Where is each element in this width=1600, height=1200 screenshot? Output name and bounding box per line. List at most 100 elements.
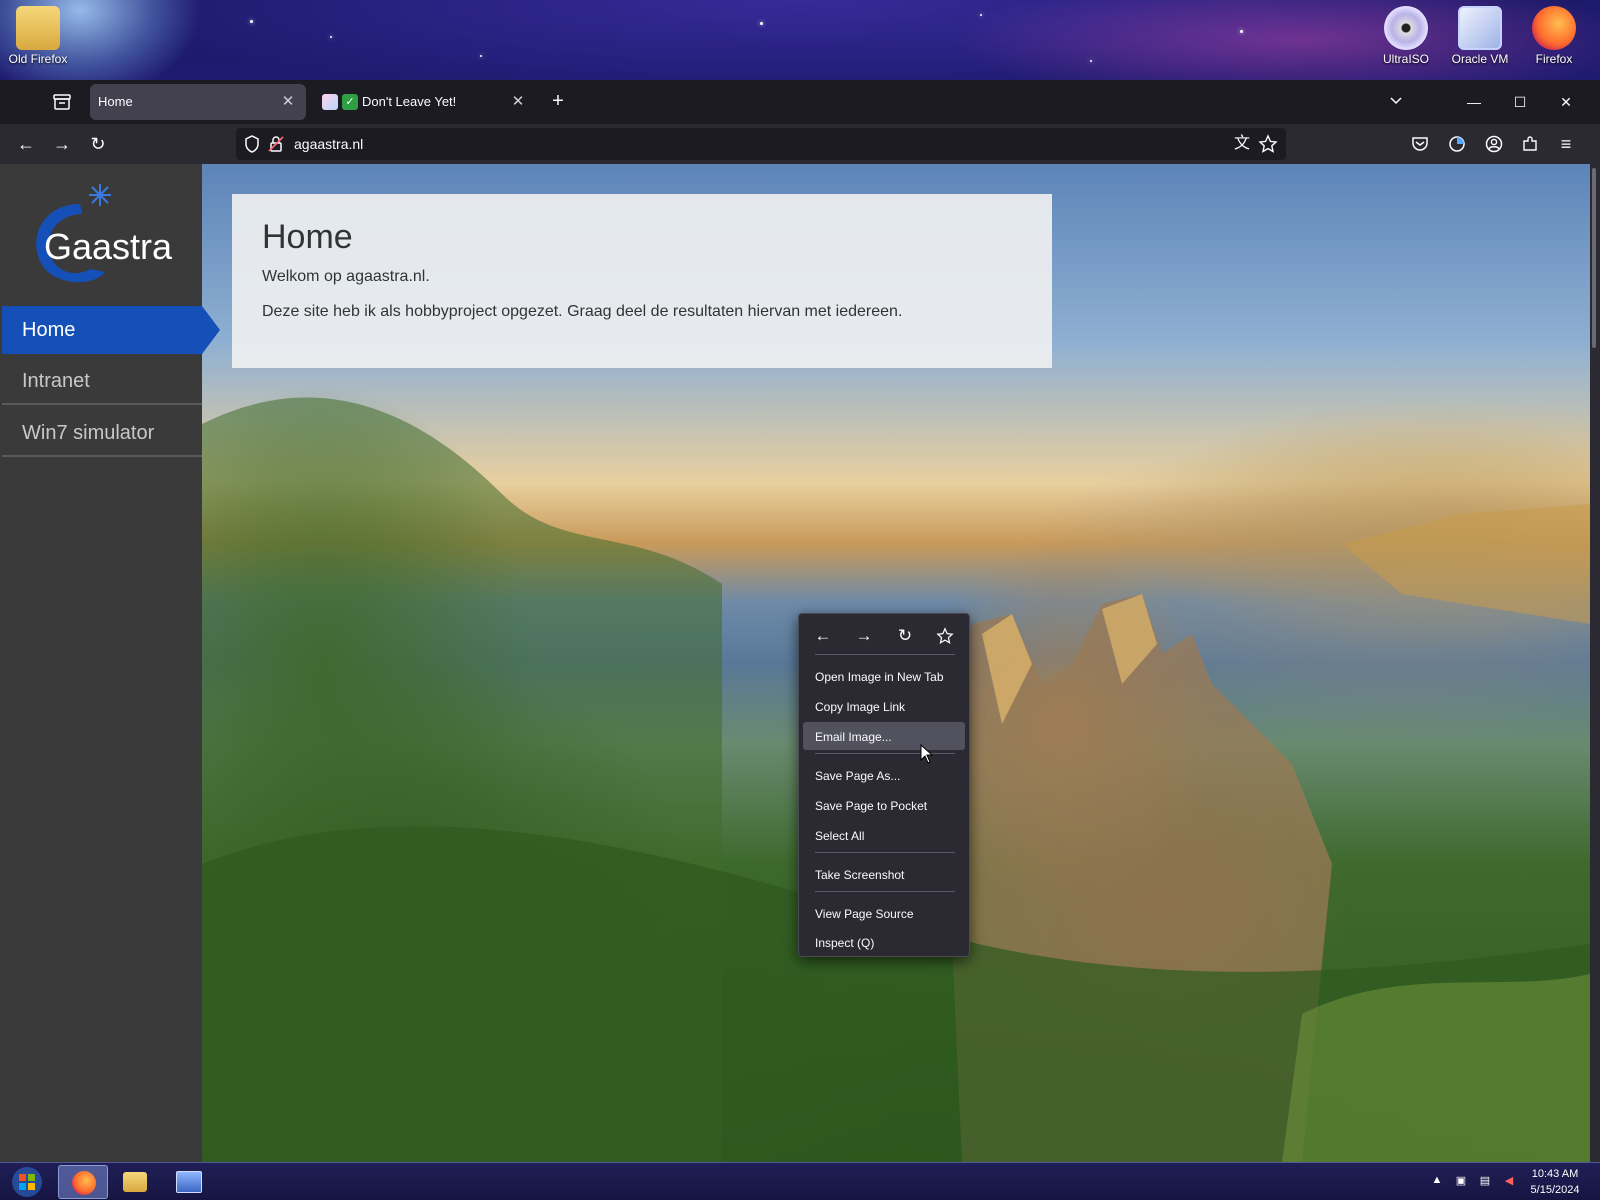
close-window-button[interactable]: ✕ bbox=[1552, 88, 1580, 116]
menu-inspect[interactable]: Inspect (Q) bbox=[803, 928, 965, 956]
mouse-cursor-icon bbox=[920, 744, 934, 764]
menu-separator bbox=[815, 852, 955, 853]
menu-item-label: Home bbox=[22, 319, 76, 341]
page-title: Home bbox=[262, 218, 353, 256]
star-decoration bbox=[980, 14, 982, 16]
pocket-button[interactable] bbox=[1406, 130, 1434, 158]
menu-copy-image-link[interactable]: Copy Image Link bbox=[803, 692, 965, 720]
start-button[interactable] bbox=[6, 1165, 48, 1199]
bookmark-star-icon[interactable] bbox=[1258, 134, 1278, 154]
tab-title: Home bbox=[98, 94, 133, 109]
context-forward-button[interactable]: → bbox=[850, 622, 878, 650]
maximize-button[interactable]: ☐ bbox=[1506, 88, 1534, 116]
clock-time: 10:43 AM bbox=[1531, 1168, 1579, 1180]
menu-separator bbox=[815, 654, 955, 655]
shield-icon[interactable] bbox=[242, 134, 262, 154]
context-bookmark-button[interactable] bbox=[931, 622, 959, 650]
menu-item-win7-simulator[interactable]: Win7 simulator bbox=[2, 409, 202, 457]
folder-icon bbox=[123, 1172, 147, 1192]
scrollbar-thumb[interactable] bbox=[1592, 168, 1596, 348]
menu-item-label: Save Page As... bbox=[815, 769, 901, 783]
context-back-button[interactable]: ← bbox=[809, 622, 837, 650]
taskbar-file-explorer[interactable] bbox=[110, 1165, 160, 1199]
firefox-icon bbox=[72, 1171, 96, 1195]
list-all-tabs-button[interactable] bbox=[1382, 88, 1410, 116]
url-text[interactable]: agaastra.nl bbox=[294, 136, 363, 152]
menu-email-image[interactable]: Email Image... bbox=[803, 722, 965, 750]
context-reload-button[interactable]: ↻ bbox=[891, 622, 919, 650]
tab-home[interactable]: Home ✕ bbox=[90, 84, 306, 120]
desktop-icon-label: UltraISO bbox=[1382, 52, 1429, 66]
clock-date: 5/15/2024 bbox=[1530, 1184, 1580, 1196]
menu-item-intranet[interactable]: Intranet bbox=[2, 357, 202, 405]
tab-overview-button[interactable] bbox=[50, 90, 74, 114]
puzzle-icon bbox=[1523, 136, 1537, 151]
menu-item-label: Intranet bbox=[22, 370, 90, 392]
new-tab-button[interactable]: + bbox=[546, 90, 570, 114]
navigation-toolbar: ← → ↻ agaastra.nl 文 ≡ bbox=[0, 124, 1600, 164]
tray-device-icon[interactable]: ▣ bbox=[1454, 1174, 1468, 1188]
menu-separator bbox=[815, 753, 955, 754]
folder-icon bbox=[16, 6, 60, 50]
tab-title: Don't Leave Yet! bbox=[362, 94, 457, 109]
minimize-button[interactable]: — bbox=[1460, 88, 1488, 116]
tab-close-button[interactable]: ✕ bbox=[508, 92, 528, 112]
extensions-button[interactable] bbox=[1516, 130, 1544, 158]
menu-save-page-to-pocket[interactable]: Save Page to Pocket bbox=[803, 791, 965, 819]
address-bar[interactable]: agaastra.nl 文 bbox=[236, 128, 1286, 160]
tab-bar: Home ✕ ✓ Don't Leave Yet! ✕ + — ☐ ✕ bbox=[0, 80, 1600, 124]
desktop-icon-oracle-vm[interactable]: Oracle VM bbox=[1444, 0, 1516, 66]
menu-save-page-as[interactable]: Save Page As... bbox=[803, 761, 965, 789]
desktop-icon-firefox[interactable]: Firefox bbox=[1518, 0, 1590, 66]
checkmark-icon: ✓ bbox=[342, 94, 358, 110]
menu-open-image-new-tab[interactable]: Open Image in New Tab bbox=[803, 662, 965, 690]
extension-button[interactable] bbox=[1443, 130, 1471, 158]
app-window-icon bbox=[176, 1171, 202, 1193]
pocket-icon bbox=[1412, 137, 1428, 151]
show-hidden-icons-button[interactable]: ▲ bbox=[1430, 1174, 1444, 1188]
context-menu: ← → ↻ Open Image in New Tab Copy Image L… bbox=[798, 613, 970, 957]
menu-separator bbox=[815, 891, 955, 892]
menu-select-all[interactable]: Select All bbox=[803, 821, 965, 849]
menu-item-label: Win7 simulator bbox=[22, 422, 155, 444]
desktop-icon-ultraiso[interactable]: UltraISO bbox=[1370, 0, 1442, 66]
menu-item-label: Take Screenshot bbox=[815, 868, 905, 882]
menu-item-label: Copy Image Link bbox=[815, 700, 906, 714]
menu-item-label: Open Image in New Tab bbox=[815, 670, 944, 684]
firefox-icon bbox=[1532, 6, 1576, 50]
volume-muted-icon[interactable]: ◀ bbox=[1502, 1174, 1516, 1188]
welcome-text: Welkom op agaastra.nl. bbox=[262, 268, 430, 285]
page-scrollbar[interactable] bbox=[1590, 164, 1600, 1162]
virtualbox-icon bbox=[1458, 6, 1502, 50]
back-button[interactable]: ← bbox=[12, 130, 40, 158]
site-favicon-icon bbox=[322, 94, 338, 110]
bookmark-star-icon bbox=[936, 627, 954, 645]
menu-item-label: Select All bbox=[815, 829, 865, 843]
desktop-icon-old-firefox[interactable]: Old Firefox bbox=[2, 0, 74, 66]
menu-take-screenshot[interactable]: Take Screenshot bbox=[803, 860, 965, 888]
disc-icon bbox=[1384, 6, 1428, 50]
menu-item-home[interactable]: Home bbox=[2, 306, 220, 354]
windows-taskbar: ▲ ▣ ▤ ◀ 10:43 AM 5/15/2024 bbox=[0, 1162, 1600, 1200]
reload-button[interactable]: ↻ bbox=[84, 130, 112, 158]
insecure-lock-icon[interactable] bbox=[266, 134, 286, 154]
home-content-card: Home Welkom op agaastra.nl. Deze site he… bbox=[232, 194, 1052, 368]
extension-clock-icon bbox=[1449, 136, 1465, 152]
network-icon[interactable]: ▤ bbox=[1478, 1174, 1492, 1188]
site-logo[interactable]: Gaastra bbox=[20, 174, 190, 294]
taskbar-firefox[interactable] bbox=[58, 1165, 108, 1199]
translate-icon[interactable]: 文 bbox=[1232, 134, 1252, 154]
taskbar-app[interactable] bbox=[164, 1165, 214, 1199]
taskbar-clock[interactable]: 10:43 AM 5/15/2024 bbox=[1520, 1166, 1590, 1198]
forward-button[interactable]: → bbox=[48, 130, 76, 158]
menu-item-label: View Page Source bbox=[815, 907, 914, 921]
tab-dont-leave-yet[interactable]: ✓ Don't Leave Yet! ✕ bbox=[314, 84, 536, 120]
page-viewport: Gaastra Home Intranet Win7 simulator Hom… bbox=[0, 164, 1590, 1162]
tab-close-button[interactable]: ✕ bbox=[278, 92, 298, 112]
menu-view-page-source[interactable]: View Page Source bbox=[803, 899, 965, 927]
browser-window: Home ✕ ✓ Don't Leave Yet! ✕ + — ☐ ✕ ← → … bbox=[0, 80, 1600, 1162]
site-sidebar: Gaastra Home Intranet Win7 simulator bbox=[0, 164, 220, 1162]
account-button[interactable] bbox=[1480, 130, 1508, 158]
app-menu-button[interactable]: ≡ bbox=[1552, 130, 1580, 158]
star-decoration bbox=[250, 20, 253, 23]
